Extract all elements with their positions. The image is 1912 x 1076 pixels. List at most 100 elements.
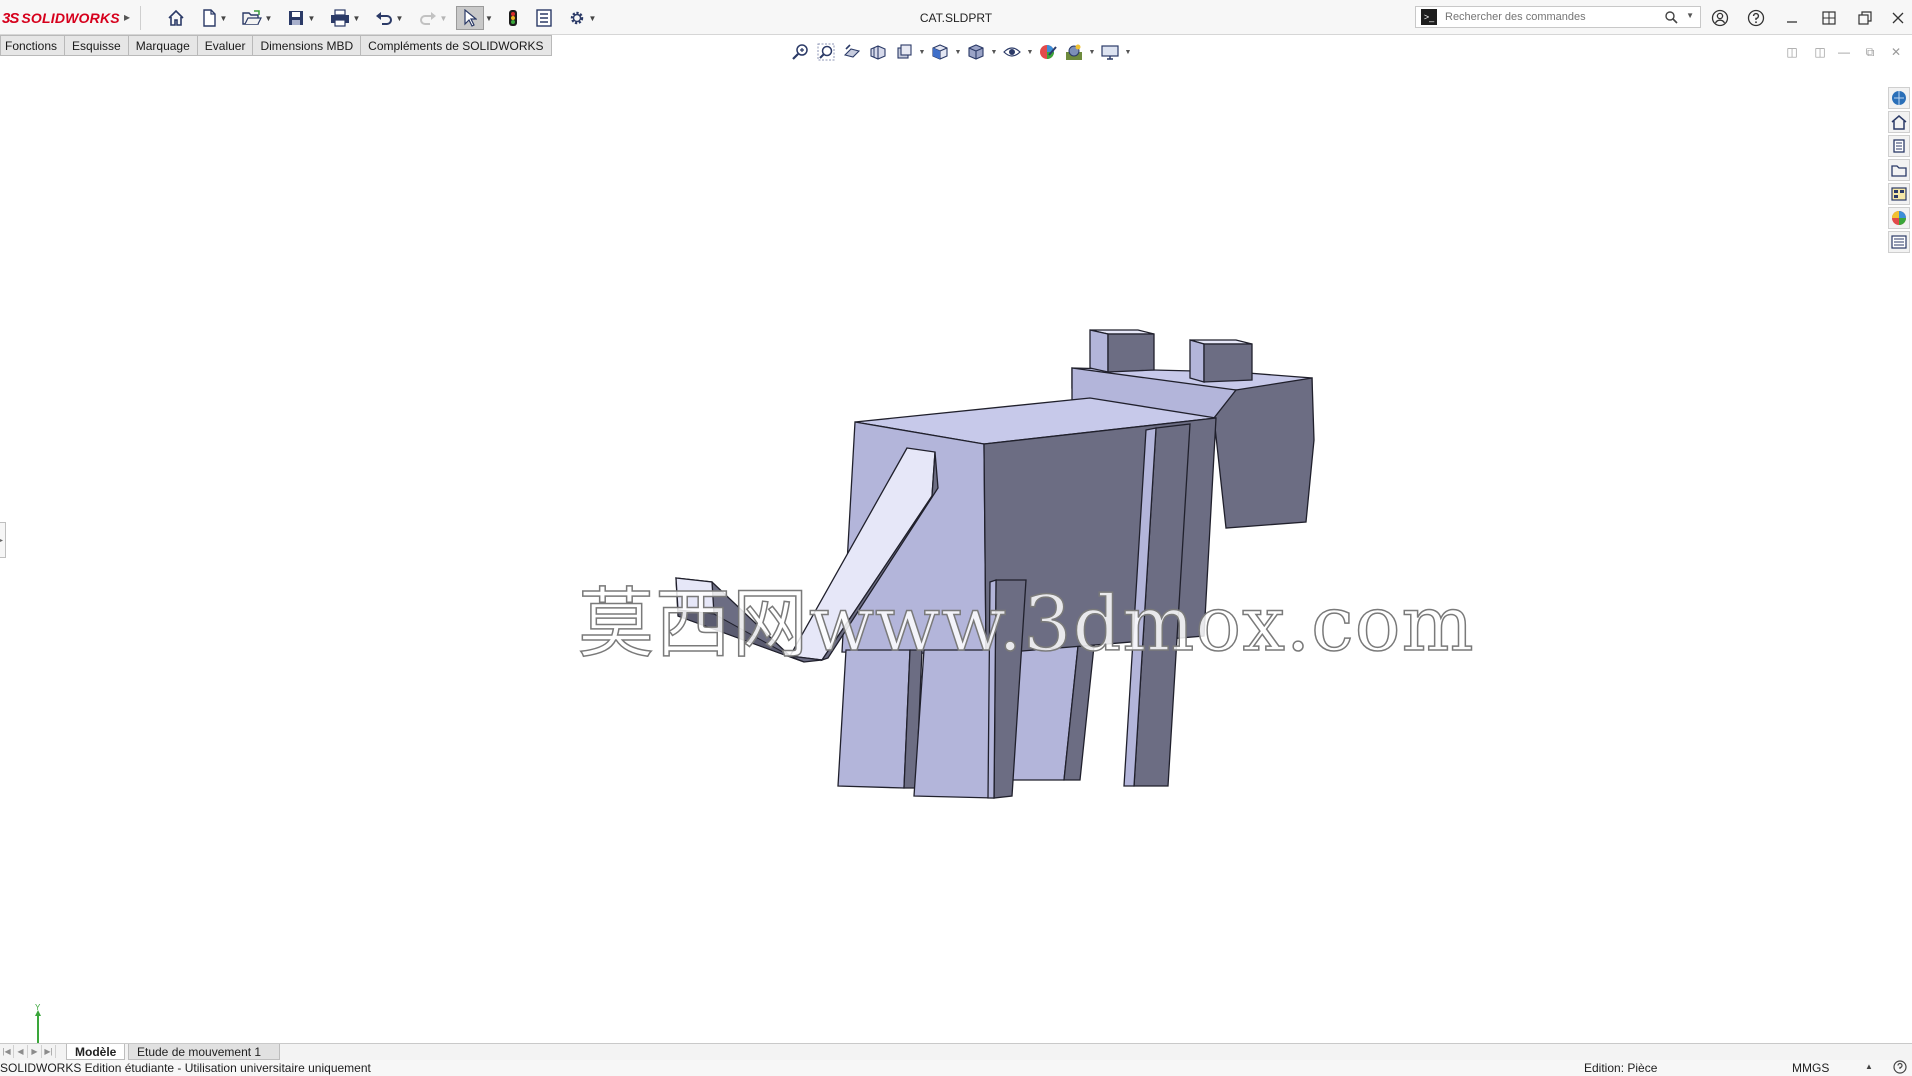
view-settings-icon — [1101, 45, 1119, 60]
restore-button[interactable] — [1852, 6, 1878, 30]
redo-icon — [419, 12, 436, 25]
help-icon — [1747, 9, 1765, 27]
viewport-restore-button[interactable]: ⧉ — [1861, 44, 1879, 60]
tab-modele[interactable]: Modèle — [66, 1044, 126, 1060]
ds-logo-mark: 3S — [2, 9, 19, 27]
tab-etude-de-mouvement[interactable]: Etude de mouvement 1 — [128, 1044, 280, 1060]
help-button[interactable] — [1743, 6, 1769, 30]
dynamic-annotation-button[interactable] — [892, 42, 916, 62]
print-icon — [330, 9, 349, 27]
home-button[interactable] — [164, 6, 188, 30]
redo-button[interactable]: ▼ — [413, 6, 453, 30]
print-button[interactable]: ▼ — [325, 6, 365, 30]
menu-expand-arrow-icon[interactable]: ▸ — [124, 10, 130, 24]
tab-fonctions[interactable]: Fonctions — [0, 35, 66, 56]
command-search-input[interactable] — [1443, 10, 1662, 24]
tab-marquage[interactable]: Marquage — [128, 35, 198, 56]
last-tab-arrow-icon[interactable]: ▶| — [42, 1045, 56, 1058]
annotation-dropdown-icon[interactable]: ▼ — [918, 49, 926, 56]
design-library-button[interactable] — [1888, 111, 1910, 133]
next-tab-arrow-icon[interactable]: ▶ — [28, 1045, 42, 1058]
close-button[interactable] — [1885, 6, 1911, 30]
status-message: SOLIDWORKS Edition étudiante - Utilisati… — [0, 1061, 371, 1075]
hide-show-items-button[interactable] — [1000, 42, 1024, 62]
apply-scene-button[interactable] — [1062, 42, 1086, 62]
edit-appearance-button[interactable] — [1036, 42, 1060, 62]
split-left-button[interactable]: ◫ — [1783, 44, 1801, 60]
tab-dimensions-mbd[interactable]: Dimensions MBD — [253, 35, 362, 56]
tile-button[interactable] — [1816, 6, 1842, 30]
viewport-minimize-button[interactable]: — — [1835, 44, 1853, 60]
split-right-icon: ◫ — [1814, 45, 1826, 59]
section-view-icon — [870, 45, 886, 60]
solidworks-resources-button[interactable] — [1888, 87, 1910, 109]
cat-3d-model[interactable] — [0, 62, 1912, 1044]
custom-properties-icon — [1891, 235, 1907, 249]
display-style-dropdown-icon[interactable]: ▼ — [990, 49, 998, 56]
command-prompt-icon: >_ — [1421, 9, 1437, 25]
user-account-button[interactable] — [1707, 6, 1733, 30]
view-settings-button[interactable] — [1098, 42, 1122, 62]
display-style-button[interactable] — [964, 42, 988, 62]
tab-esquisse[interactable]: Esquisse — [65, 35, 129, 56]
search-icon[interactable] — [1664, 10, 1678, 24]
new-document-button[interactable]: ▼ — [194, 6, 234, 30]
zoom-to-area-button[interactable] — [814, 42, 838, 62]
view-palette-icon — [1891, 187, 1907, 201]
options-gear-icon — [570, 11, 583, 25]
viewport-close-button[interactable]: ✕ — [1887, 44, 1905, 60]
undo-button[interactable]: ▼ — [369, 6, 409, 30]
previous-view-button[interactable] — [840, 42, 864, 62]
edit-appearance-icon — [1040, 45, 1057, 59]
view-orientation-button[interactable] — [928, 42, 952, 62]
section-view-button[interactable] — [866, 42, 890, 62]
unit-system-dropdown-icon[interactable]: ▲ — [1865, 1062, 1873, 1071]
title-bar: 3S SOLIDWORKS ▸ ▼ ▼ ▼ ▼ ▼ ▼ ▼ ▼ CAT.SLDP… — [0, 0, 1912, 35]
command-manager-tabs: Fonctions Esquisse Marquage Evaluer Dime… — [0, 35, 552, 57]
file-explorer-button[interactable] — [1888, 159, 1910, 181]
select-pointer-icon — [464, 9, 477, 27]
tab-scroll-arrows: |◀ ◀ ▶ ▶| — [0, 1045, 56, 1058]
solidworks-resources-icon — [1892, 91, 1906, 105]
select-dropdown[interactable]: ▼ — [484, 6, 494, 30]
appearances-scenes-icon — [1892, 211, 1906, 225]
solidworks-logo[interactable]: 3S SOLIDWORKS — [2, 7, 120, 29]
previous-tab-arrow-icon[interactable]: ◀ — [14, 1045, 28, 1058]
zoom-to-area-icon — [817, 43, 835, 61]
close-icon — [1892, 12, 1904, 24]
split-left-icon: ◫ — [1786, 45, 1798, 59]
save-button[interactable]: ▼ — [281, 6, 321, 30]
rebuild-button[interactable] — [502, 6, 524, 30]
quick-tips-icon[interactable] — [1893, 1060, 1907, 1074]
unit-system-button[interactable]: MMGS — [1792, 1061, 1829, 1075]
split-right-button[interactable]: ◫ — [1811, 44, 1829, 60]
custom-properties-button[interactable] — [1888, 231, 1910, 253]
file-properties-button[interactable] — [532, 6, 556, 30]
view-palette-button[interactable] — [1888, 183, 1910, 205]
3d-content-central-button[interactable] — [1888, 135, 1910, 157]
tab-evaluer[interactable]: Evaluer — [197, 35, 254, 56]
3d-content-central-icon — [1893, 139, 1905, 153]
watermark-text: 莫西网www.3dmox.com — [577, 578, 1475, 669]
task-pane — [1888, 86, 1912, 254]
search-dropdown-icon[interactable]: ▼ — [1686, 11, 1694, 20]
orientation-dropdown-icon[interactable]: ▼ — [954, 49, 962, 56]
tab-complements-solidworks[interactable]: Compléments de SOLIDWORKS — [361, 35, 552, 56]
minimize-button[interactable] — [1779, 6, 1805, 30]
command-search-box[interactable]: >_ ▼ — [1415, 6, 1701, 28]
view-settings-dropdown-icon[interactable]: ▼ — [1124, 49, 1132, 56]
feature-manager-expand-handle[interactable]: ▸ — [0, 522, 6, 558]
appearances-scenes-button[interactable] — [1888, 207, 1910, 229]
user-account-icon — [1711, 9, 1729, 27]
brand-name: SOLIDWORKS — [21, 10, 120, 26]
scene-dropdown-icon[interactable]: ▼ — [1088, 49, 1096, 56]
zoom-to-fit-button[interactable] — [788, 42, 812, 62]
options-button[interactable]: ▼ — [562, 6, 602, 30]
first-tab-arrow-icon[interactable]: |◀ — [0, 1045, 14, 1058]
save-icon — [288, 11, 303, 25]
hide-show-dropdown-icon[interactable]: ▼ — [1026, 49, 1034, 56]
zoom-to-fit-icon — [792, 44, 808, 60]
open-button[interactable]: ▼ — [237, 6, 277, 30]
select-button[interactable] — [456, 6, 484, 30]
graphics-area[interactable]: 莫西网www.3dmox.com Y Z — [0, 62, 1912, 1053]
